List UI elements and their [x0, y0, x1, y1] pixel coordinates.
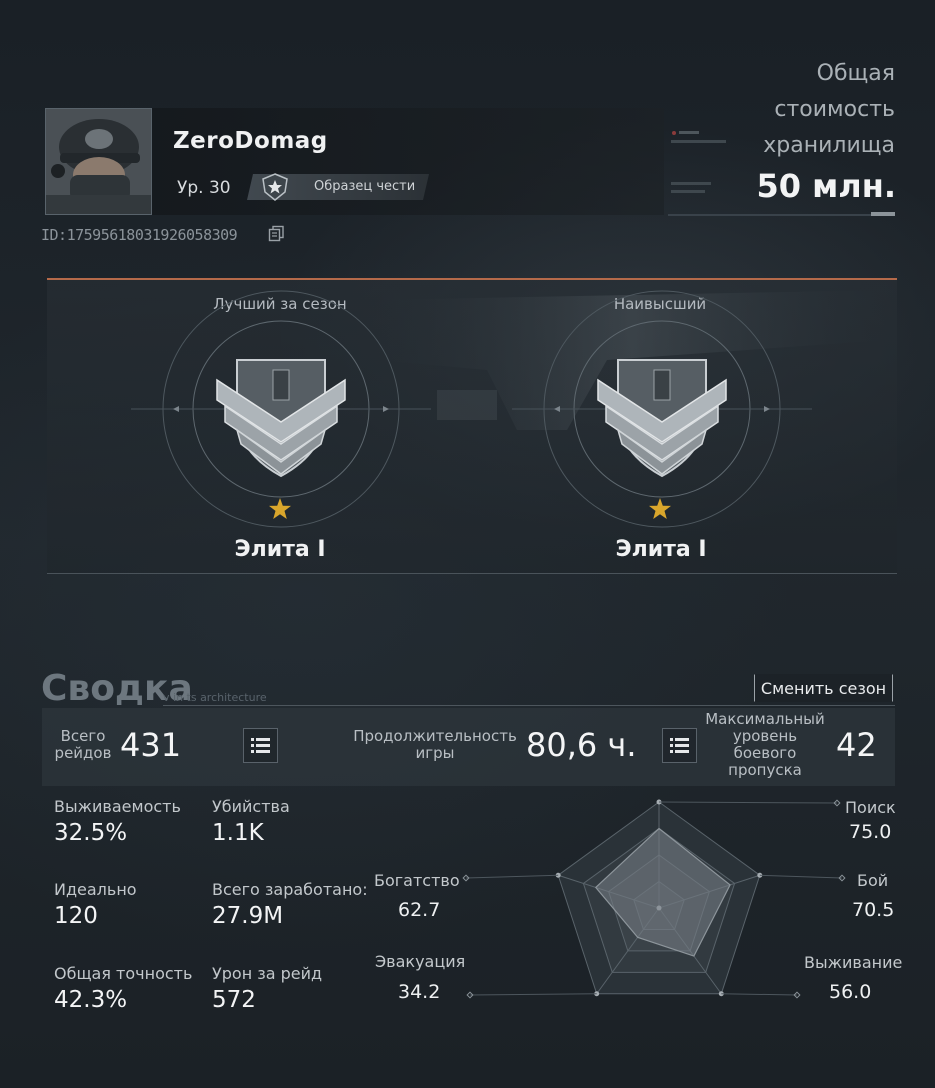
- raids-list-button[interactable]: [243, 728, 278, 763]
- playtime-value: 80,6 ч.: [526, 726, 637, 764]
- stat-label: Выживаемость: [54, 797, 181, 816]
- radar-label-combat: Бой: [857, 871, 889, 890]
- radar-leader-line: [469, 993, 597, 996]
- battle-pass-label-line4: пропуска: [728, 761, 802, 779]
- stat-label: Убийства: [212, 797, 290, 816]
- stat-value: 42.3%: [54, 987, 128, 1013]
- storage-bar-marker: [871, 212, 895, 216]
- radar-label-wealth: Богатство: [374, 871, 460, 890]
- storage-label: Общая стоимость хранилища: [735, 56, 895, 164]
- radar-leader-line: [759, 874, 843, 879]
- elite-rank-emblem-right[interactable]: [596, 352, 728, 478]
- stat-value: 1.1K: [212, 820, 264, 846]
- radar-label-survival: Выживание: [804, 953, 903, 972]
- storage-value: 50 млн.: [756, 167, 896, 205]
- storage-label-line2: стоимость: [774, 97, 895, 122]
- stat-value: 27.9M: [212, 903, 284, 929]
- battle-pass-label: Максимальный уровень боевого пропуска: [703, 711, 827, 779]
- radar-leader-line: [658, 801, 838, 804]
- playtime-label-line1: Продолжительность: [353, 727, 517, 745]
- storage-label-line3: хранилища: [763, 133, 895, 158]
- total-raids-label: Всего рейдов: [52, 728, 114, 762]
- player-id: ID:17595618031926058309: [41, 226, 238, 244]
- playtime-label: Продолжительность игры: [350, 728, 520, 762]
- radar-value-combat: 70.5: [852, 899, 895, 921]
- radar-value-wealth: 62.7: [398, 899, 441, 921]
- shield-star-icon: [260, 172, 290, 202]
- storage-bar: [668, 214, 895, 216]
- summary-subtitle: v in ts architecture: [163, 691, 267, 704]
- list-icon: [251, 738, 270, 753]
- radar-leader-line: [721, 993, 798, 996]
- radar-value-extraction: 34.2: [398, 981, 441, 1003]
- summary-divider: [163, 705, 895, 706]
- stat-value: 572: [212, 987, 256, 1013]
- stat-label: Всего заработано:: [212, 880, 368, 899]
- battle-pass-label-line1: Максимальный: [705, 710, 825, 728]
- stat-label: Общая точность: [54, 964, 193, 983]
- change-season-button[interactable]: Сменить сезон: [754, 674, 893, 702]
- star-icon: [648, 497, 672, 521]
- battle-pass-value: 42: [836, 726, 877, 764]
- storage-label-line1: Общая: [816, 61, 895, 86]
- stat-label: Урон за рейд: [212, 964, 323, 983]
- list-icon: [670, 738, 689, 753]
- playtime-list-button[interactable]: [662, 728, 697, 763]
- honor-title: Образец чести: [314, 179, 416, 194]
- rank-panel-divider: [47, 573, 897, 574]
- playtime-label-line2: игры: [415, 744, 455, 762]
- radar-value-search: 75.0: [849, 821, 892, 843]
- radar-leader-line: [465, 874, 559, 879]
- season-best-rank-name: Элита I: [234, 537, 326, 562]
- copy-icon[interactable]: [268, 225, 285, 242]
- decorative-readout: [671, 130, 731, 203]
- total-raids-label-line1: Всего: [60, 727, 106, 745]
- player-level: Ур. 30: [177, 178, 231, 198]
- highest-rank-name: Элита I: [615, 537, 707, 562]
- radar-label-search: Поиск: [845, 798, 896, 817]
- stat-value: 120: [54, 903, 98, 929]
- battle-pass-label-line2: уровень: [732, 727, 798, 745]
- avatar[interactable]: [45, 108, 152, 215]
- radar-chart: [462, 799, 846, 999]
- avatar-image: [46, 109, 151, 214]
- stat-label: Идеально: [54, 880, 137, 899]
- elite-rank-emblem-left: [215, 352, 347, 478]
- battle-pass-label-line3: боевого: [733, 744, 797, 762]
- total-raids-value: 431: [120, 726, 182, 764]
- radar-value-survival: 56.0: [829, 981, 872, 1003]
- radar-label-extraction: Эвакуация: [375, 952, 466, 971]
- star-icon: [268, 497, 292, 521]
- username: ZeroDomag: [173, 128, 328, 154]
- total-raids-label-line2: рейдов: [54, 744, 112, 762]
- stat-value: 32.5%: [54, 820, 128, 846]
